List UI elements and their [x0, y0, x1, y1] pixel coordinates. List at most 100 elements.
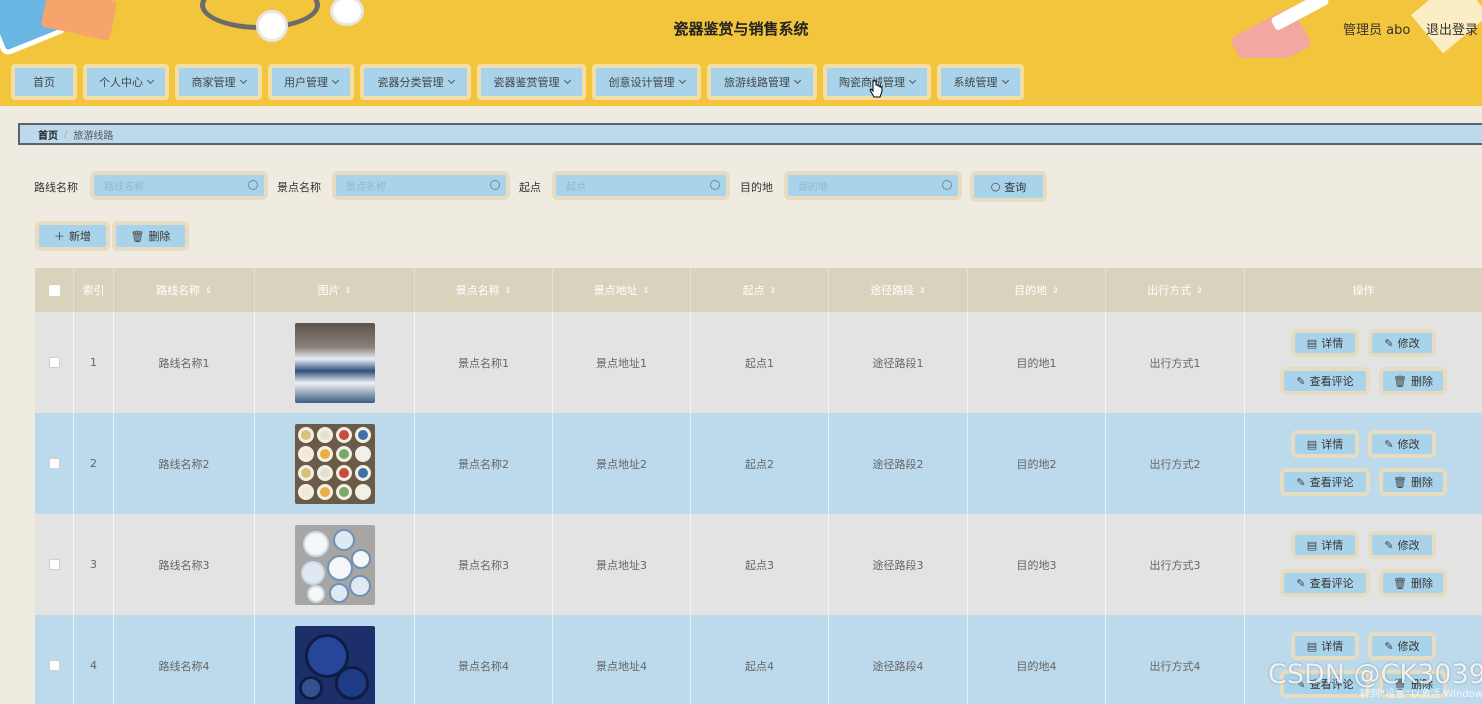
ceramic-plates-grid-image[interactable]	[294, 423, 375, 504]
sort-icon[interactable]: ⇕	[505, 286, 512, 295]
header-spot-name[interactable]: 景点名称 ⇕	[415, 268, 553, 312]
logout-link[interactable]: 退出登录	[1426, 19, 1478, 38]
header-start[interactable]: 起点 ⇕	[691, 268, 829, 312]
delete-button[interactable]: 🗑 删除	[1379, 569, 1447, 597]
batch-delete-button[interactable]: 🗑 删除	[112, 221, 189, 251]
detail-button[interactable]: ▤ 详情	[1291, 632, 1359, 660]
row-select-cell[interactable]	[35, 413, 74, 514]
spot-address-cell: 景点地址3	[553, 514, 691, 615]
detail-button[interactable]: ▤ 详情	[1291, 430, 1359, 458]
row-select-cell[interactable]	[35, 615, 74, 704]
pencil-icon: ✎	[1384, 336, 1394, 350]
nav-label: 创意设计管理	[608, 76, 675, 89]
start-input[interactable]: 起点	[552, 171, 730, 200]
nav-item-system-management[interactable]: 系统管理	[937, 64, 1024, 100]
edit-button[interactable]: ✎ 修改	[1368, 632, 1436, 660]
header-select-all[interactable]	[35, 268, 74, 312]
breadcrumb-home[interactable]: 首页	[38, 127, 58, 142]
destination-input[interactable]: 目的地	[784, 171, 962, 200]
destination-placeholder: 目的地	[798, 182, 828, 193]
delete-button[interactable]: 🗑 删除	[1379, 468, 1447, 496]
view-comments-button[interactable]: ✎ 查看评论	[1280, 569, 1370, 597]
sort-icon[interactable]: ⇕	[770, 286, 777, 295]
edit-button[interactable]: ✎ 修改	[1368, 430, 1436, 458]
plus-icon: ＋	[54, 230, 65, 243]
edit-button[interactable]: ✎ 修改	[1368, 329, 1436, 357]
comments-label: 查看评论	[1309, 375, 1354, 388]
route-name-input[interactable]: 路线名称	[90, 171, 268, 200]
nav-item-travel-route-management[interactable]: 旅游线路管理	[707, 64, 817, 100]
image-cell	[255, 413, 415, 514]
header-route-name[interactable]: 路线名称 ⇕	[114, 268, 255, 312]
header-destination[interactable]: 目的地 ⇕	[968, 268, 1106, 312]
header-index-label: 索引	[82, 284, 105, 297]
add-button[interactable]: ＋ 新增	[35, 221, 110, 251]
admin-label: 管理员 abo	[1343, 23, 1411, 38]
sort-icon[interactable]: ⇕	[205, 286, 212, 295]
plate-decoration	[335, 426, 352, 443]
chevron-down-icon	[447, 76, 455, 85]
detail-button[interactable]: ▤ 详情	[1291, 329, 1359, 357]
blue-white-plates-image[interactable]	[294, 524, 375, 605]
sort-icon[interactable]: ⇕	[919, 286, 926, 295]
select-all-checkbox[interactable]	[48, 284, 60, 296]
row-select-cell[interactable]	[35, 312, 74, 413]
row-checkbox[interactable]	[48, 559, 60, 570]
bowl-decoration	[298, 675, 323, 700]
row-checkbox[interactable]	[48, 660, 60, 671]
index-cell: 3	[74, 514, 114, 615]
sort-icon[interactable]: ⇕	[643, 286, 650, 295]
plate-decoration	[297, 426, 314, 443]
breadcrumb-current: 旅游线路	[73, 130, 114, 142]
edit-label: 修改	[1397, 640, 1420, 653]
chevron-down-icon	[331, 76, 340, 85]
pencil-icon: ✎	[1296, 475, 1306, 489]
edit-button[interactable]: ✎ 修改	[1368, 531, 1436, 559]
blue-glaze-bowls-image[interactable]	[294, 625, 375, 704]
destination-cell: 目的地4	[968, 615, 1106, 704]
row-checkbox[interactable]	[48, 357, 60, 368]
sort-icon[interactable]: ⇕	[1196, 286, 1203, 295]
header-spot-address[interactable]: 景点地址 ⇕	[553, 268, 691, 312]
table-row: 1 路线名称1 景点名称1 景点地址1 起点1 途径路段1 目的地1 出行方式1…	[35, 312, 1482, 413]
pencil-icon: ✎	[1384, 437, 1394, 451]
nav-label: 瓷器鉴赏管理	[493, 76, 560, 89]
top-header: 瓷器鉴赏与销售系统 管理员 abo 退出登录	[0, 0, 1482, 58]
nav-label: 旅游线路管理	[724, 76, 790, 89]
plate-decoration	[316, 483, 333, 500]
ceramic-bowls-image[interactable]	[294, 322, 375, 403]
header-image[interactable]: 图片 ⇕	[255, 268, 415, 312]
row-select-cell[interactable]	[35, 514, 74, 615]
document-icon: ▤	[1306, 336, 1318, 350]
view-comments-button[interactable]: ✎ 查看评论	[1280, 367, 1370, 395]
nav-item-personal-center[interactable]: 个人中心	[83, 64, 169, 100]
destination-label: 目的地	[740, 181, 773, 194]
header-path[interactable]: 途径路段 ⇕	[829, 268, 968, 312]
detail-button[interactable]: ▤ 详情	[1291, 531, 1359, 559]
delete-label: 删除	[1410, 577, 1433, 590]
detail-label: 详情	[1321, 539, 1344, 552]
nav-item-home[interactable]: 首页	[11, 64, 77, 100]
chevron-down-icon	[1001, 76, 1009, 85]
nav-item-merchant-management[interactable]: 商家管理	[175, 64, 262, 100]
header-travel-mode[interactable]: 出行方式 ⇕	[1106, 268, 1245, 312]
delete-button[interactable]: 🗑 删除	[1379, 367, 1447, 395]
nav-label: 用户管理	[284, 76, 328, 89]
start-cell: 起点2	[691, 413, 829, 514]
nav-item-design-management[interactable]: 创意设计管理	[592, 64, 701, 100]
delete-label: 删除	[1410, 476, 1433, 489]
nav-item-user-management[interactable]: 用户管理	[268, 64, 354, 100]
hand-cursor-icon	[869, 80, 883, 98]
row-checkbox[interactable]	[48, 458, 60, 469]
nav-item-category-management[interactable]: 瓷器分类管理	[360, 64, 471, 100]
start-label: 起点	[519, 181, 541, 194]
sort-icon[interactable]: ⇕	[345, 286, 352, 295]
table-header: 索引 路线名称 ⇕ 图片 ⇕ 景点名称 ⇕ 景点地址 ⇕ 起点 ⇕ 途径路段 ⇕ 目的地 ⇕ …	[35, 268, 1482, 312]
view-comments-button[interactable]: ✎ 查看评论	[1280, 468, 1370, 496]
sort-icon[interactable]: ⇕	[1052, 286, 1059, 295]
nav-item-appreciation-management[interactable]: 瓷器鉴赏管理	[477, 64, 586, 100]
spot-name-input[interactable]: 景点名称	[332, 171, 510, 200]
header-ops-label: 操作	[1352, 284, 1375, 297]
detail-label: 详情	[1321, 337, 1344, 350]
query-button[interactable]: ○ 查询	[970, 171, 1047, 202]
